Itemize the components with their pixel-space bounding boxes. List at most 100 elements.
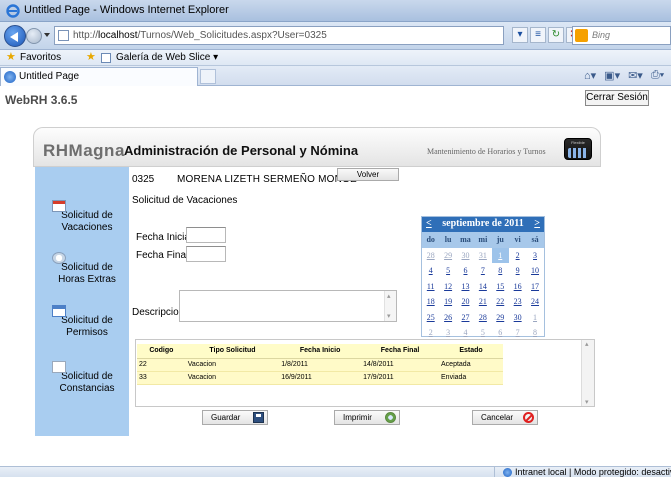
grid-scrollbar[interactable]	[581, 340, 594, 406]
calendar-day[interactable]: 12	[439, 279, 456, 295]
calendar-day[interactable]: 28	[422, 248, 439, 264]
calendar-day[interactable]: 15	[492, 279, 509, 295]
calendar-day[interactable]: 8	[492, 263, 509, 279]
print-button[interactable]: Imprimir	[334, 410, 400, 425]
sidebar-item-vacaciones[interactable]: Solicitud de Vacaciones	[35, 200, 129, 234]
calendar-day[interactable]: 20	[457, 294, 474, 310]
calendar-day[interactable]: 10	[526, 263, 543, 279]
web-slice-gallery-link[interactable]: Galería de Web Slice ▾	[116, 52, 218, 63]
calendar-day[interactable]: 2	[509, 248, 526, 264]
save-button[interactable]: Guardar	[202, 410, 268, 425]
table-cell: Aceptada	[439, 358, 503, 372]
end-date-field[interactable]	[186, 246, 226, 262]
tab-title: Untitled Page	[19, 71, 80, 82]
table-cell: Vacacion	[185, 358, 280, 372]
sidebar-item-label: Solicitud de Constancias	[59, 371, 115, 394]
weekday-label: do	[422, 232, 440, 248]
calendar-day[interactable]: 31	[474, 248, 491, 264]
feeds-icon[interactable]: ▣▾	[604, 69, 620, 82]
add-favorite-icon[interactable]: ★	[86, 52, 96, 63]
refresh-icon[interactable]: ↻	[548, 27, 564, 43]
weekday-label: ju	[491, 232, 509, 248]
rss-icon[interactable]: ≡	[530, 27, 546, 43]
sidebar: Solicitud de Vacaciones Solicitud de Hor…	[35, 167, 129, 436]
calendar-week-row: 28 29 30 31 1 2 3	[422, 247, 544, 264]
sidebar-item-permisos[interactable]: Solicitud de Permisos	[35, 305, 129, 339]
calendar-day[interactable]: 19	[439, 294, 456, 310]
sidebar-item-label: Solicitud de Permisos	[61, 315, 113, 338]
new-tab-button[interactable]	[200, 69, 216, 84]
calendar-day[interactable]: 16	[509, 279, 526, 295]
url-host: localhost	[98, 30, 138, 41]
back-arrow-icon[interactable]	[4, 25, 26, 47]
page-icon	[58, 30, 69, 41]
security-zone-text: Intranet local | Modo protegido: desacti…	[515, 467, 671, 477]
bing-icon	[575, 29, 588, 42]
mail-icon[interactable]: ✉▾	[628, 69, 643, 82]
calendar-day[interactable]: 5	[439, 263, 456, 279]
command-bar: ⌂▾ ▣▾ ✉▾ ⎙▾	[584, 69, 664, 82]
favorites-button[interactable]: Favoritos	[20, 52, 61, 63]
history-dropdown-icon[interactable]	[44, 33, 50, 37]
print-icon[interactable]: ⎙▾	[651, 69, 664, 82]
calendar-day[interactable]: 21	[474, 294, 491, 310]
calendar-day[interactable]: 11	[422, 279, 439, 295]
calendar-day[interactable]: 1	[491, 247, 509, 263]
back-button[interactable]: Volver	[337, 168, 399, 181]
compat-view-icon[interactable]: ▾	[512, 27, 528, 43]
favorites-star-icon[interactable]: ★	[6, 52, 16, 63]
calendar-day[interactable]: 4	[422, 263, 439, 279]
main-panel: RHMagna Administración de Personal y Nóm…	[33, 127, 601, 437]
calendar-day[interactable]: 3	[526, 248, 543, 264]
calendar-day[interactable]: 1	[526, 310, 543, 326]
sidebar-item-constancias[interactable]: Solicitud de Constancias	[35, 361, 129, 395]
column-header: Fecha Final	[361, 344, 440, 359]
calendar-day[interactable]: 17	[526, 279, 543, 295]
calendar-day[interactable]: 9	[509, 263, 526, 279]
people-icon	[568, 148, 588, 158]
calendar-day[interactable]: 29	[492, 310, 509, 326]
calendar-day[interactable]: 30	[509, 310, 526, 326]
textarea-scrollbar[interactable]	[384, 291, 396, 321]
calendar-day[interactable]: 23	[509, 294, 526, 310]
calendar-day[interactable]: 18	[422, 294, 439, 310]
calendar-day[interactable]: 24	[526, 294, 543, 310]
calendar-day[interactable]: 25	[422, 310, 439, 326]
calendar-day[interactable]: 6	[457, 263, 474, 279]
cancel-button[interactable]: Cancelar	[472, 410, 538, 425]
logout-button[interactable]: Cerrar Sesión	[585, 90, 649, 106]
window-icon	[52, 305, 66, 317]
calendar-day[interactable]: 26	[439, 310, 456, 326]
calendar-day[interactable]: 14	[474, 279, 491, 295]
next-month-link[interactable]: >	[534, 218, 540, 229]
calendar-day[interactable]: 7	[474, 263, 491, 279]
floppy-disk-icon	[253, 412, 264, 423]
sidebar-item-horas-extras[interactable]: Solicitud de Horas Extras	[35, 252, 129, 286]
window-title: Untitled Page - Windows Internet Explore…	[24, 4, 229, 16]
search-input[interactable]: Bing	[572, 26, 671, 45]
table-cell: 16/9/2011	[279, 371, 362, 385]
forward-arrow-icon[interactable]	[26, 28, 42, 44]
table-body: 22 Vacacion 1/8/2011 14/8/2011 Aceptada 33 Vac…	[137, 358, 503, 385]
company-logo: Flexible	[564, 138, 592, 160]
table-row[interactable]: 33 Vacacion 16/9/2011 17/9/2011 Enviada	[137, 371, 503, 385]
employee-code: 0325	[132, 174, 155, 185]
description-textarea[interactable]	[179, 290, 397, 322]
table-row[interactable]: 22 Vacacion 1/8/2011 14/8/2011 Aceptada	[137, 358, 503, 372]
table-cell: 1/8/2011	[279, 358, 362, 372]
panel-header: RHMagna Administración de Personal y Nóm…	[33, 127, 601, 167]
requests-grid-viewport: Codigo Tipo Solicitud Fecha Inicio Fecha Fi…	[136, 340, 582, 406]
home-icon[interactable]: ⌂▾	[584, 69, 596, 82]
search-placeholder: Bing	[592, 30, 611, 40]
tab-untitled-page[interactable]: Untitled Page	[0, 67, 198, 86]
address-bar: http://localhost/Turnos/Web_Solicitudes.…	[0, 22, 671, 50]
start-date-field[interactable]	[186, 227, 226, 243]
calendar-day[interactable]: 27	[457, 310, 474, 326]
print-label: Imprimir	[343, 413, 372, 422]
calendar-day[interactable]: 13	[457, 279, 474, 295]
calendar-day[interactable]: 30	[457, 248, 474, 264]
calendar-day[interactable]: 29	[439, 248, 456, 264]
calendar-day[interactable]: 22	[492, 294, 509, 310]
calendar-day[interactable]: 28	[474, 310, 491, 326]
url-input[interactable]: http://localhost/Turnos/Web_Solicitudes.…	[54, 26, 504, 45]
